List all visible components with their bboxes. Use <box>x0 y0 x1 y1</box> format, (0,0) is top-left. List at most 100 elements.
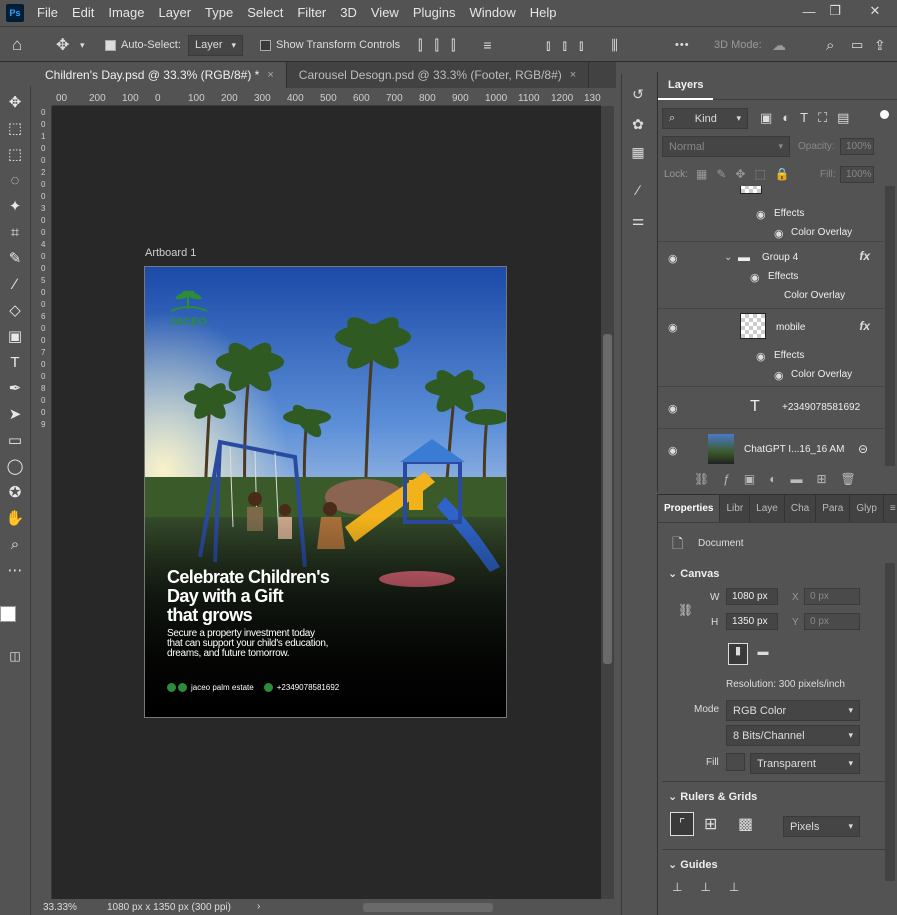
search-icon[interactable]: ⌕ <box>826 27 834 63</box>
layers-tab[interactable]: Layers <box>658 71 714 100</box>
horizontal-scroll-thumb[interactable] <box>363 903 493 912</box>
move-tool-icon[interactable]: ✥ <box>5 92 25 112</box>
tab-properties[interactable]: Properties <box>658 495 721 522</box>
layer-row-image[interactable]: ◉ ChatGPT I...16_16 AM ⊝ <box>658 429 884 466</box>
transform-controls-checkbox[interactable]: Show Transform Controls <box>260 27 400 63</box>
close-icon[interactable]: × <box>570 69 576 81</box>
scroll-thumb[interactable] <box>603 334 612 664</box>
tab-libr[interactable]: Libr <box>720 495 751 522</box>
hand-tool-icon[interactable]: ✋ <box>5 508 25 528</box>
filter-type-icons[interactable]: ▣◐T⛶▤ <box>760 110 859 126</box>
zoom-level[interactable]: 33.33% <box>43 902 77 913</box>
fx-icon[interactable]: fx <box>859 319 870 333</box>
y-field[interactable]: 0 px <box>804 613 860 630</box>
portrait-orientation-icon[interactable]: ▮ <box>728 643 748 665</box>
eye-icon[interactable]: ◉ <box>756 208 770 221</box>
menu-filter[interactable]: Filter <box>290 0 333 26</box>
x-field[interactable]: 0 px <box>804 588 860 605</box>
adjustments-icon[interactable]: ⚌ <box>628 210 648 230</box>
photoshop-logo-icon[interactable]: Ps <box>6 4 24 22</box>
more-tools-icon[interactable]: ⋯ <box>5 560 25 580</box>
eye-icon[interactable]: ◉ <box>668 402 682 415</box>
units-dropdown[interactable]: Pixels ▾ <box>783 816 860 837</box>
gradient-tool-icon[interactable]: ▣ <box>5 326 25 346</box>
eyedropper-icon[interactable]: ✎ <box>5 248 25 268</box>
quick-mask-icon[interactable]: ◫ <box>5 646 25 666</box>
more-options-icon[interactable]: ••• <box>675 27 690 63</box>
auto-select-checkbox[interactable]: Auto-Select: <box>105 27 181 63</box>
layer-actions[interactable]: ⛓ƒ▣◐▬⊞🗑 <box>694 472 870 486</box>
eye-icon[interactable]: ◉ <box>756 350 770 363</box>
fill-dropdown[interactable]: Transparent ▾ <box>750 753 860 774</box>
color-wheel-icon[interactable]: ✿ <box>628 114 648 134</box>
fx-icon[interactable]: fx <box>859 249 870 263</box>
menu-window[interactable]: Window <box>462 0 522 26</box>
layer-row-mobile[interactable]: ◉ mobile fx ◉ Effects ◉ Color Overlay <box>658 309 884 387</box>
menu-3d[interactable]: 3D <box>333 0 364 26</box>
menu-plugins[interactable]: Plugins <box>406 0 463 26</box>
align-buttons[interactable]: ⫿⫿⫿ ≡ <box>418 27 504 63</box>
menu-image[interactable]: Image <box>101 0 151 26</box>
canvas-section-header[interactable]: ⌄ Canvas <box>668 567 719 580</box>
type-tool-icon[interactable]: T <box>5 352 25 372</box>
brush-tool-icon[interactable]: ∕ <box>5 274 25 294</box>
close-icon[interactable]: × <box>267 69 273 81</box>
guides-section-header[interactable]: ⌄ Guides <box>668 858 718 871</box>
rulers-grids-section-header[interactable]: ⌄ Rulers & Grids <box>668 790 757 803</box>
shape-tool-icon[interactable]: ✪ <box>5 482 25 502</box>
minimize-icon[interactable]: — <box>796 0 822 22</box>
brushes-icon[interactable]: ∕ <box>628 180 648 200</box>
layer-filter-dropdown[interactable]: ⌕ Kind ▾ <box>662 108 748 129</box>
lasso-tool-icon[interactable]: ◌ <box>5 170 25 190</box>
width-field[interactable]: 1080 px <box>726 588 778 605</box>
artboard-label[interactable]: Artboard 1 <box>145 247 196 259</box>
ruler-toggle-icon[interactable]: ⌜ <box>670 812 694 836</box>
fill-field[interactable]: 100% <box>840 166 874 183</box>
artboard-tool-icon[interactable]: ⬚ <box>5 118 25 138</box>
path-select-icon[interactable]: ➤ <box>5 404 25 424</box>
pixel-grid-icon[interactable]: ▩ <box>738 814 753 834</box>
rectangle-tool-icon[interactable]: ▭ <box>5 430 25 450</box>
artboard[interactable]: JACEO Celebrate Children's Day with a Gi… <box>144 266 507 718</box>
move-tool-icon[interactable]: ✥ <box>56 27 69 63</box>
status-menu-icon[interactable]: › <box>257 901 260 912</box>
history-icon[interactable]: ↺ <box>628 84 648 104</box>
guide-icons[interactable]: ⊥⊥⊥ <box>672 880 757 894</box>
foreground-color-swatch[interactable] <box>0 606 16 622</box>
menu-file[interactable]: File <box>30 0 65 26</box>
bit-depth-dropdown[interactable]: 8 Bits/Channel ▾ <box>726 725 860 746</box>
eye-icon[interactable]: ◉ <box>668 321 682 334</box>
swatches-icon[interactable]: ▦ <box>628 142 648 162</box>
eye-icon[interactable]: ◉ <box>750 271 764 284</box>
link-icon[interactable]: ⛓ <box>678 603 693 617</box>
eye-icon[interactable]: ◉ <box>668 444 682 457</box>
chevron-down-icon[interactable]: ▾ <box>80 27 85 63</box>
workspace-icon[interactable]: ▭ <box>851 27 863 63</box>
landscape-orientation-icon[interactable]: ▬ <box>754 646 772 662</box>
menu-edit[interactable]: Edit <box>65 0 101 26</box>
crop-tool-icon[interactable]: ⌗ <box>5 222 25 242</box>
layers-scrollbar[interactable] <box>885 186 895 466</box>
eraser-tool-icon[interactable]: ◇ <box>5 300 25 320</box>
chevron-down-icon[interactable]: ⌄ <box>724 252 732 263</box>
opacity-field[interactable]: 100% <box>840 138 874 155</box>
menu-type[interactable]: Type <box>198 0 240 26</box>
ellipse-tool-icon[interactable]: ◯ <box>5 456 25 476</box>
blend-mode-dropdown[interactable]: Normal ▾ <box>662 136 790 157</box>
tab-cha[interactable]: Cha <box>785 495 817 522</box>
color-mode-dropdown[interactable]: RGB Color ▾ <box>726 700 860 721</box>
fill-swatch[interactable] <box>726 753 745 771</box>
menu-view[interactable]: View <box>364 0 406 26</box>
tab-childrens-day[interactable]: Children's Day.psd @ 33.3% (RGB/8#) * × <box>33 62 287 88</box>
magic-wand-icon[interactable]: ✦ <box>5 196 25 216</box>
tab-laye[interactable]: Laye <box>750 495 785 522</box>
close-icon[interactable]: ✕ <box>862 0 888 22</box>
zoom-tool-icon[interactable]: ⌕ <box>5 534 25 554</box>
canvas-vertical-scrollbar[interactable] <box>601 106 614 899</box>
restore-icon[interactable]: ❐ <box>822 0 848 22</box>
menu-layer[interactable]: Layer <box>152 0 199 26</box>
layer-row-group-4[interactable]: ◉ ⌄ ▬ Group 4 fx ◉ Effects Color Overlay <box>658 242 884 309</box>
layer-row[interactable]: ◉ Effects ◉ Color Overlay <box>658 186 884 242</box>
menu-help[interactable]: Help <box>523 0 564 26</box>
pen-tool-icon[interactable]: ✒ <box>5 378 25 398</box>
